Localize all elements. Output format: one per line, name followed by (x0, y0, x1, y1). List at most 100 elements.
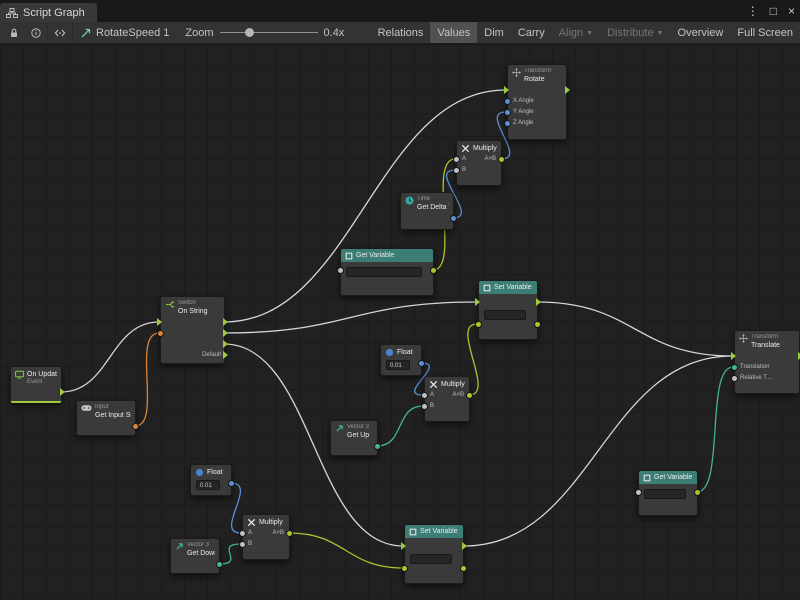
value-port-icon[interactable] (534, 321, 541, 328)
vector-port-icon[interactable] (731, 364, 738, 371)
value-port-icon[interactable] (475, 321, 482, 328)
flow-port-icon[interactable] (475, 298, 480, 306)
zoom-slider-thumb[interactable] (245, 28, 254, 37)
flow-port-icon[interactable] (462, 542, 467, 550)
node-getinput[interactable]: InputGet Input Strin… (76, 400, 136, 436)
value-port-icon[interactable] (401, 565, 408, 572)
node-v3up[interactable]: Vector 3Get Up (330, 420, 378, 456)
number-port-icon[interactable] (504, 109, 511, 116)
graph-name: RotateSpeed 1 (96, 27, 169, 39)
node-v3down[interactable]: Vector 3Get Down (170, 538, 220, 574)
toolbar-button-relations[interactable]: Relations (371, 22, 431, 43)
object-port-icon[interactable] (453, 156, 460, 163)
node-float1[interactable]: Float 0.01 (380, 344, 422, 376)
node-setvar1[interactable]: Set Variable (478, 280, 538, 340)
value-port-icon[interactable] (498, 156, 505, 163)
port (337, 266, 344, 274)
node-switch[interactable]: SwitchOn StringDefault (160, 296, 225, 364)
flow-port-icon[interactable] (223, 318, 228, 326)
chevron-down-icon: ▼ (586, 30, 593, 37)
object-port-icon[interactable] (239, 530, 246, 537)
graph-canvas[interactable]: TransformRotateX AngleY AngleZ AngleMult… (0, 44, 800, 600)
node-multiply3[interactable]: MultiplyABA×B (242, 514, 290, 560)
menu-icon[interactable]: ⋮ (747, 5, 759, 17)
maximize-icon[interactable]: □ (770, 5, 777, 17)
node-multiply1[interactable]: MultiplyABA×B (456, 140, 502, 186)
tab-script-graph[interactable]: Script Graph (0, 3, 97, 22)
value-port-icon[interactable] (286, 530, 293, 537)
number-port-icon[interactable] (418, 360, 425, 367)
variable-icon (483, 284, 491, 292)
value-port-icon[interactable] (466, 392, 473, 399)
vector-port-icon[interactable] (216, 561, 223, 568)
port (565, 86, 570, 94)
value-port-icon[interactable] (430, 267, 437, 274)
node-value-field[interactable] (346, 267, 422, 277)
node-setvar2[interactable]: Set Variable (404, 524, 464, 584)
string-port-icon[interactable] (132, 423, 139, 430)
zoom-slider[interactable] (220, 22, 318, 44)
port-label: Translation (740, 364, 769, 370)
object-port-icon[interactable] (731, 375, 738, 382)
node-value-field[interactable] (410, 554, 452, 564)
code-icon[interactable] (48, 22, 72, 43)
node-value-field[interactable]: 0.01 (196, 480, 220, 490)
flow-port-icon[interactable] (504, 86, 509, 94)
flow-port-icon[interactable] (731, 352, 736, 360)
node-onupdate[interactable]: EventOn Update (10, 366, 62, 403)
string-port-icon[interactable] (157, 330, 164, 337)
value-port-icon[interactable] (694, 489, 701, 496)
node-value-field[interactable] (484, 310, 526, 320)
node-header: Float (191, 465, 231, 477)
flow-port-icon[interactable] (565, 86, 570, 94)
lock-icon[interactable] (3, 22, 25, 43)
port: X Angle (504, 97, 534, 105)
flow-port-icon[interactable] (223, 340, 228, 348)
node-multiply2[interactable]: MultiplyABA×B (424, 376, 470, 422)
node-value-field[interactable] (644, 489, 686, 499)
node-title: Get Down (187, 549, 215, 558)
toolbar-button-overview[interactable]: Overview (671, 22, 731, 43)
flow-port-icon[interactable] (223, 351, 228, 359)
number-port-icon[interactable] (504, 120, 511, 127)
number-port-icon[interactable] (450, 215, 457, 222)
vector-port-icon[interactable] (374, 443, 381, 450)
port-label: A×B (484, 156, 496, 162)
graph-reference[interactable]: RotateSpeed 1 (73, 27, 177, 39)
object-port-icon[interactable] (421, 392, 428, 399)
flow-port-icon[interactable] (401, 542, 406, 550)
flow-port-icon[interactable] (60, 388, 65, 396)
node-delta[interactable]: TimeGet Delta Time (400, 192, 454, 230)
object-port-icon[interactable] (239, 541, 246, 548)
toolbar-button-carry[interactable]: Carry (511, 22, 552, 43)
node-float2[interactable]: Float 0.01 (190, 464, 232, 496)
number-port-icon[interactable] (504, 98, 511, 105)
node-header: Float (381, 345, 421, 357)
node-translate[interactable]: TransformTranslateTranslationRelative T… (734, 330, 800, 394)
multiply-icon (247, 518, 256, 527)
flow-port-icon[interactable] (157, 318, 162, 326)
number-port-icon[interactable] (228, 480, 235, 487)
flow-port-icon[interactable] (536, 298, 541, 306)
object-port-icon[interactable] (421, 403, 428, 410)
toolbar: RotateSpeed 1 Zoom 0.4x RelationsValuesD… (0, 22, 800, 44)
node-rotate[interactable]: TransformRotateX AngleY AngleZ Angle (507, 64, 567, 140)
node-getvar1[interactable]: Get Variable (340, 248, 434, 296)
object-port-icon[interactable] (337, 267, 344, 274)
close-icon[interactable]: × (788, 5, 795, 17)
port (430, 266, 437, 274)
node-getvar2[interactable]: Get Variable (638, 470, 698, 516)
value-port-icon[interactable] (460, 565, 467, 572)
node-subtitle: Vector 3 (347, 424, 369, 431)
toolbar-button-distribute: Distribute▼ (600, 22, 670, 43)
object-port-icon[interactable] (453, 167, 460, 174)
nodes-layer: TransformRotateX AngleY AngleZ AngleMult… (0, 44, 800, 600)
toolbar-button-values[interactable]: Values (430, 22, 477, 43)
node-value-field[interactable]: 0.01 (386, 360, 410, 370)
object-port-icon[interactable] (635, 489, 642, 496)
port-label: A (430, 392, 434, 398)
toolbar-button-full-screen[interactable]: Full Screen (730, 22, 800, 43)
flow-port-icon[interactable] (223, 329, 228, 337)
info-icon[interactable] (25, 22, 47, 43)
toolbar-button-dim[interactable]: Dim (477, 22, 511, 43)
